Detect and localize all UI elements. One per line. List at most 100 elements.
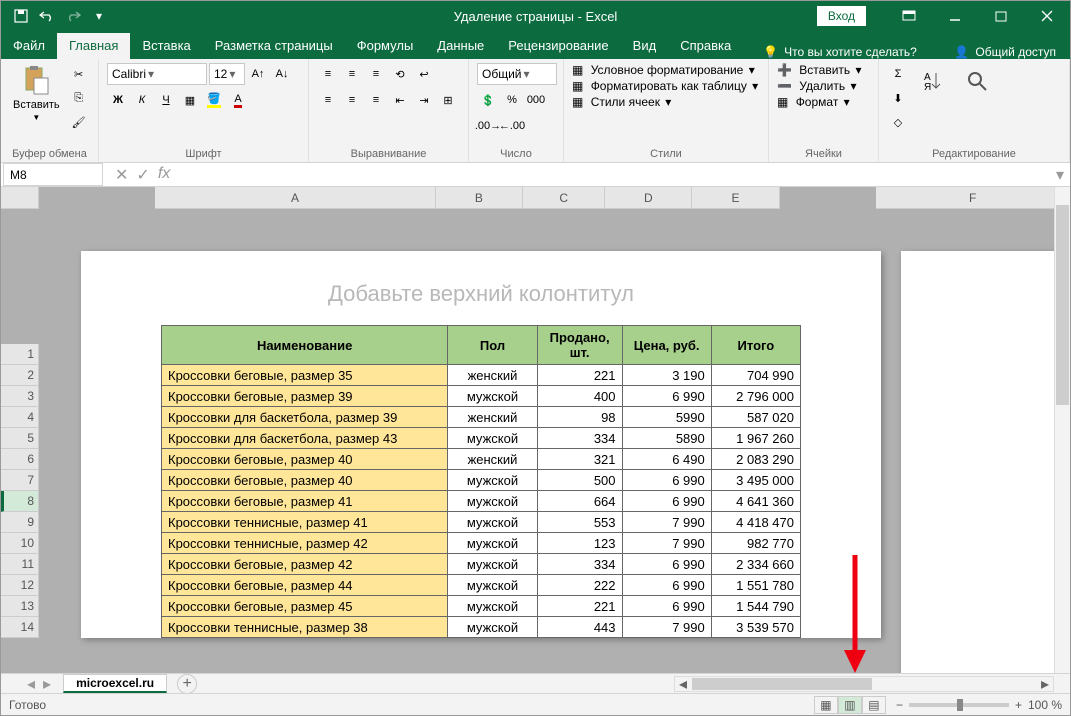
sheet-nav-prev-icon[interactable]: ◂: [21, 674, 41, 694]
table-cell[interactable]: 704 990: [711, 365, 800, 386]
decrease-font-icon[interactable]: A↓: [271, 63, 293, 85]
sort-filter-button[interactable]: AЯ: [913, 63, 953, 99]
zoom-handle[interactable]: [957, 699, 963, 711]
page-break-view-icon[interactable]: ▤: [862, 696, 886, 714]
table-cell[interactable]: 98: [537, 407, 622, 428]
table-cell[interactable]: Кроссовки беговые, размер 44: [162, 575, 448, 596]
table-cell[interactable]: 6 990: [622, 470, 711, 491]
table-cell[interactable]: 587 020: [711, 407, 800, 428]
table-cell[interactable]: Кроссовки теннисные, размер 41: [162, 512, 448, 533]
table-cell[interactable]: 4 641 360: [711, 491, 800, 512]
table-cell[interactable]: 6 990: [622, 575, 711, 596]
add-sheet-button[interactable]: +: [177, 674, 197, 694]
table-cell[interactable]: женский: [448, 407, 537, 428]
font-name-select[interactable]: Calibri▾: [107, 63, 207, 85]
bold-button[interactable]: Ж: [107, 89, 129, 111]
select-all-corner[interactable]: [1, 187, 39, 209]
share-button[interactable]: 👤 Общий доступ: [954, 45, 1056, 59]
scrollbar-thumb[interactable]: [692, 678, 872, 690]
comma-icon[interactable]: 000: [525, 89, 547, 111]
table-cell[interactable]: 221: [537, 596, 622, 617]
save-icon[interactable]: [9, 4, 33, 28]
table-cell[interactable]: 6 990: [622, 386, 711, 407]
font-size-select[interactable]: 12▾: [209, 63, 245, 85]
zoom-out-icon[interactable]: −: [896, 698, 903, 712]
zoom-level[interactable]: 100 %: [1028, 698, 1062, 712]
header-placeholder[interactable]: Добавьте верхний колонтитул: [81, 251, 881, 325]
table-cell[interactable]: Кроссовки беговые, размер 35: [162, 365, 448, 386]
table-cell[interactable]: 1 544 790: [711, 596, 800, 617]
qat-customize-icon[interactable]: ▾: [87, 4, 111, 28]
undo-icon[interactable]: [35, 4, 59, 28]
table-cell[interactable]: Кроссовки для баскетбола, размер 43: [162, 428, 448, 449]
tell-me[interactable]: 💡 Что вы хотите сделать?: [763, 45, 917, 59]
col-header-F[interactable]: F: [876, 187, 1070, 209]
row-header-6[interactable]: 6: [1, 449, 39, 470]
currency-icon[interactable]: 💲: [477, 89, 499, 111]
table-cell[interactable]: 2 796 000: [711, 386, 800, 407]
table-cell[interactable]: мужской: [448, 533, 537, 554]
tab-view[interactable]: Вид: [621, 33, 669, 59]
table-cell[interactable]: 6 490: [622, 449, 711, 470]
table-cell[interactable]: 1 967 260: [711, 428, 800, 449]
expand-formula-bar-icon[interactable]: ▾: [1050, 165, 1070, 185]
font-color-icon[interactable]: A: [227, 89, 249, 111]
col-header-C[interactable]: C: [523, 187, 605, 209]
sheet-tab-active[interactable]: microexcel.ru: [63, 674, 167, 693]
col-header-E[interactable]: E: [692, 187, 779, 209]
increase-indent-icon[interactable]: ⇥: [413, 89, 435, 111]
tab-home[interactable]: Главная: [57, 33, 130, 59]
table-header[interactable]: Итого: [711, 326, 800, 365]
row-header-2[interactable]: 2: [1, 365, 39, 386]
table-cell[interactable]: мужской: [448, 554, 537, 575]
table-cell[interactable]: 664: [537, 491, 622, 512]
cell-styles-button[interactable]: ▦ Стили ячеек ▾: [572, 95, 758, 109]
table-cell[interactable]: 2 083 290: [711, 449, 800, 470]
scrollbar-thumb[interactable]: [1056, 205, 1069, 405]
align-top-icon[interactable]: ≡: [317, 63, 339, 85]
table-cell[interactable]: Кроссовки беговые, размер 39: [162, 386, 448, 407]
row-header-5[interactable]: 5: [1, 428, 39, 449]
align-center-icon[interactable]: ≡: [341, 89, 363, 111]
tab-help[interactable]: Справка: [668, 33, 743, 59]
merge-cells-icon[interactable]: ⊞: [437, 89, 459, 111]
format-as-table-button[interactable]: ▦ Форматировать как таблицу ▾: [572, 79, 758, 93]
row-header-9[interactable]: 9: [1, 512, 39, 533]
table-cell[interactable]: 3 495 000: [711, 470, 800, 491]
scroll-right-icon[interactable]: ▸: [1037, 677, 1053, 691]
fill-icon[interactable]: ⬇: [887, 87, 909, 109]
table-cell[interactable]: женский: [448, 365, 537, 386]
table-cell[interactable]: мужской: [448, 596, 537, 617]
cut-icon[interactable]: ✂: [68, 63, 90, 85]
row-header-11[interactable]: 11: [1, 554, 39, 575]
borders-icon[interactable]: ▦: [179, 89, 201, 111]
row-header-14[interactable]: 14: [1, 617, 39, 638]
normal-view-icon[interactable]: ▦: [814, 696, 838, 714]
underline-button[interactable]: Ч: [155, 89, 177, 111]
row-header-4[interactable]: 4: [1, 407, 39, 428]
row-header-13[interactable]: 13: [1, 596, 39, 617]
table-cell[interactable]: 1 551 780: [711, 575, 800, 596]
page-layout-view-icon[interactable]: ▥: [838, 696, 862, 714]
redo-icon[interactable]: [61, 4, 85, 28]
table-cell[interactable]: 6 990: [622, 596, 711, 617]
copy-icon[interactable]: ⎘: [68, 87, 90, 109]
table-cell[interactable]: Кроссовки беговые, размер 45: [162, 596, 448, 617]
col-header-D[interactable]: D: [605, 187, 692, 209]
table-cell[interactable]: мужской: [448, 617, 537, 638]
tab-formulas[interactable]: Формулы: [345, 33, 426, 59]
enter-formula-icon[interactable]: ✓: [136, 165, 149, 185]
autosum-icon[interactable]: Σ: [887, 63, 909, 85]
tab-insert[interactable]: Вставка: [130, 33, 202, 59]
paste-button[interactable]: Вставить ▼: [9, 63, 64, 124]
insert-cells-button[interactable]: ➕ Вставить ▾: [777, 63, 862, 77]
sheet-nav-next-icon[interactable]: ▸: [43, 674, 61, 694]
table-cell[interactable]: 334: [537, 554, 622, 575]
table-cell[interactable]: Кроссовки для баскетбола, размер 39: [162, 407, 448, 428]
row-header-12[interactable]: 12: [1, 575, 39, 596]
table-cell[interactable]: 321: [537, 449, 622, 470]
table-cell[interactable]: Кроссовки беговые, размер 41: [162, 491, 448, 512]
conditional-formatting-button[interactable]: ▦ Условное форматирование ▾: [572, 63, 758, 77]
table-header[interactable]: Цена, руб.: [622, 326, 711, 365]
number-format-select[interactable]: Общий▾: [477, 63, 557, 85]
